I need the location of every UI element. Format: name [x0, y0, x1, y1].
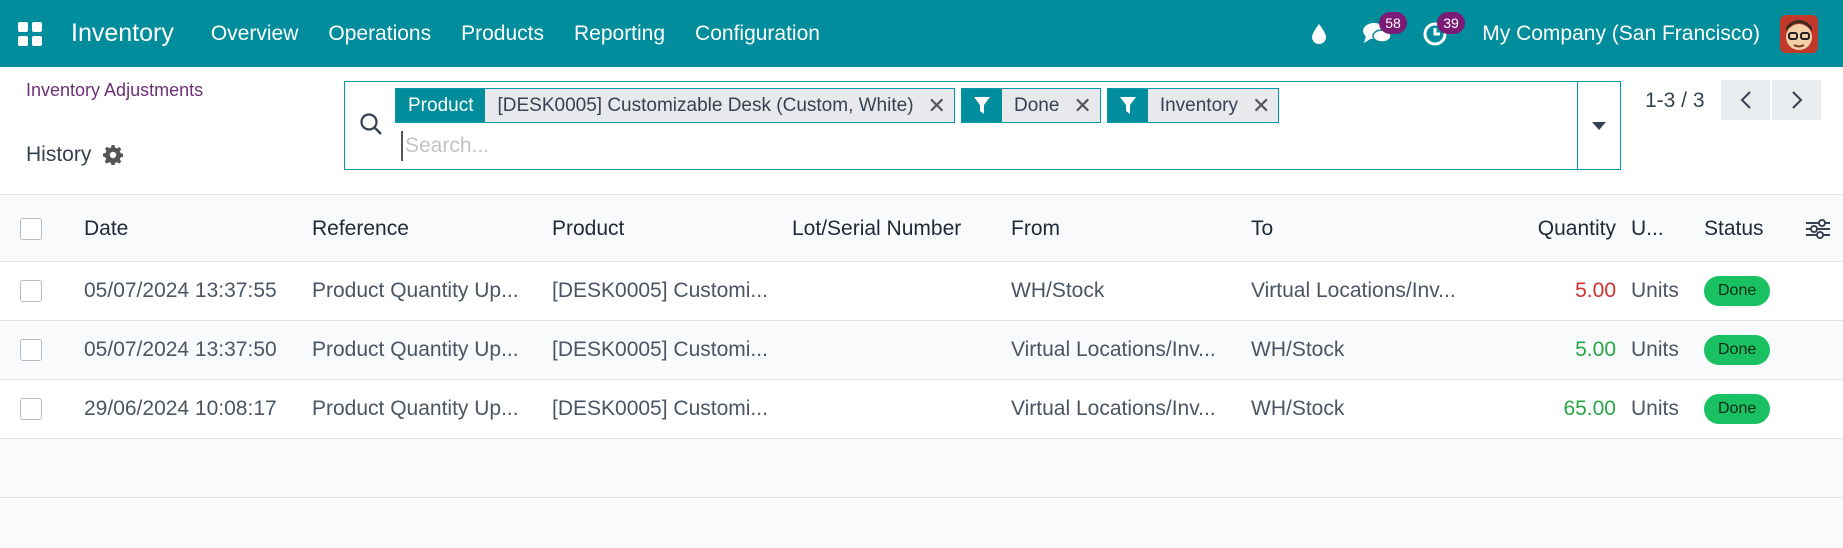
pager-value[interactable]: 1-3 / 3 — [1645, 89, 1705, 113]
remove-facet-product-close-icon[interactable]: ✕ — [928, 93, 946, 119]
filter-icon — [1107, 89, 1148, 122]
cell-status: Done — [1704, 380, 1771, 438]
table-body: 05/07/2024 13:37:55 Product Quantity Up..… — [0, 262, 1843, 439]
menu-configuration[interactable]: Configuration — [695, 22, 820, 46]
status-badge: Done — [1704, 335, 1771, 365]
facet-product[interactable]: Product [DESK0005] Customizable Desk (Cu… — [395, 88, 955, 123]
row-select-checkbox[interactable] — [20, 398, 42, 420]
breadcrumb-inventory-adjustments[interactable]: Inventory Adjustments — [26, 80, 203, 101]
facet-inventory-value: Inventory — [1159, 94, 1238, 116]
column-header-quantity[interactable]: Quantity — [1500, 196, 1616, 261]
remove-facet-inventory-close-icon[interactable]: ✕ — [1252, 93, 1270, 119]
app-brand[interactable]: Inventory — [71, 19, 174, 48]
column-header-from[interactable]: From — [1011, 196, 1060, 261]
cell-reference: Product Quantity Up... — [312, 397, 519, 420]
pager-next-button[interactable] — [1772, 80, 1821, 120]
cell-date: 29/06/2024 10:08:17 — [84, 397, 277, 420]
drop-icon[interactable] — [1299, 14, 1339, 54]
cell-to: WH/Stock — [1251, 397, 1345, 420]
top-navbar: Inventory Overview Operations Products R… — [0, 0, 1843, 67]
facet-done-value: Done — [1013, 94, 1060, 116]
remove-facet-done-close-icon[interactable]: ✕ — [1073, 93, 1091, 119]
column-header-reference[interactable]: Reference — [312, 196, 409, 261]
page-title: History — [26, 143, 124, 167]
caret-down-icon — [1592, 121, 1606, 130]
menu-products[interactable]: Products — [461, 22, 544, 46]
row-select-checkbox[interactable] — [20, 339, 42, 361]
messages-count-badge: 58 — [1379, 11, 1407, 34]
column-header-to[interactable]: To — [1251, 196, 1273, 261]
cell-reference: Product Quantity Up... — [312, 279, 519, 302]
cell-uom: Units — [1631, 279, 1679, 302]
search-icon — [359, 112, 383, 141]
messages-button[interactable]: 58 — [1357, 11, 1407, 54]
cell-from: Virtual Locations/Inv... — [1011, 397, 1216, 420]
cell-from: WH/Stock — [1011, 279, 1105, 302]
facet-product-label: Product — [396, 89, 486, 122]
chevron-left-icon — [1740, 91, 1751, 109]
column-header-lot-serial[interactable]: Lot/Serial Number — [792, 196, 961, 261]
status-badge: Done — [1704, 276, 1771, 306]
search-box: Product [DESK0005] Customizable Desk (Cu… — [344, 81, 1621, 170]
control-panel: Inventory Adjustments History Product [D… — [0, 67, 1843, 195]
cell-quantity: 5.00 — [1575, 279, 1616, 302]
cell-uom: Units — [1631, 338, 1679, 361]
row-select-checkbox[interactable] — [20, 280, 42, 302]
cell-status: Done — [1704, 321, 1771, 379]
menu-reporting[interactable]: Reporting — [574, 22, 665, 46]
navbar-systray: 58 39 My Company (San Francisco) — [1290, 0, 1843, 67]
optional-columns-sliders-icon[interactable] — [1806, 196, 1830, 261]
search-facets: Product [DESK0005] Customizable Desk (Cu… — [395, 88, 1285, 123]
cell-quantity: 65.00 — [1563, 397, 1616, 420]
search-options-toggle[interactable] — [1577, 82, 1620, 169]
cell-to: Virtual Locations/Inv... — [1251, 279, 1456, 302]
cell-date: 05/07/2024 13:37:50 — [84, 338, 277, 361]
cell-date: 05/07/2024 13:37:55 — [84, 279, 277, 302]
cell-reference: Product Quantity Up... — [312, 338, 519, 361]
cell-product: [DESK0005] Customi... — [552, 397, 768, 420]
column-header-product[interactable]: Product — [552, 196, 624, 261]
activities-count-badge: 39 — [1437, 11, 1465, 34]
pager-previous-button[interactable] — [1721, 80, 1770, 120]
select-all-checkbox[interactable] — [20, 217, 42, 240]
cell-from: Virtual Locations/Inv... — [1011, 338, 1216, 361]
app-menu-button[interactable] — [0, 0, 60, 67]
column-header-uom[interactable]: U... — [1631, 196, 1664, 261]
page-title-text: History — [26, 143, 92, 166]
filter-icon — [961, 89, 1002, 122]
cell-product: [DESK0005] Customi... — [552, 279, 768, 302]
gear-icon[interactable] — [103, 145, 124, 165]
chevron-right-icon — [1791, 91, 1802, 109]
table-row[interactable]: 29/06/2024 10:08:17 Product Quantity Up..… — [0, 380, 1843, 439]
table-row[interactable]: 05/07/2024 13:37:50 Product Quantity Up..… — [0, 321, 1843, 380]
menu-operations[interactable]: Operations — [328, 22, 431, 46]
facet-inventory[interactable]: Inventory ✕ — [1106, 88, 1280, 123]
cell-product: [DESK0005] Customi... — [552, 338, 768, 361]
status-badge: Done — [1704, 394, 1771, 424]
table-empty-row — [0, 439, 1843, 498]
column-header-status[interactable]: Status — [1704, 196, 1764, 261]
company-switcher[interactable]: My Company (San Francisco) — [1482, 22, 1760, 46]
apps-grid-icon — [18, 21, 42, 46]
cell-to: WH/Stock — [1251, 338, 1345, 361]
search-input[interactable] — [401, 131, 1541, 161]
table-header: Date Reference Product Lot/Serial Number… — [0, 196, 1843, 262]
facet-done[interactable]: Done ✕ — [960, 88, 1101, 123]
cell-status: Done — [1704, 262, 1771, 320]
menu-overview[interactable]: Overview — [211, 22, 299, 46]
moves-history-table: Date Reference Product Lot/Serial Number… — [0, 196, 1843, 498]
facet-product-value: [DESK0005] Customizable Desk (Custom, Wh… — [497, 94, 914, 116]
table-row[interactable]: 05/07/2024 13:37:55 Product Quantity Up..… — [0, 262, 1843, 321]
cell-quantity: 5.00 — [1575, 338, 1616, 361]
column-header-date[interactable]: Date — [84, 196, 128, 261]
activities-button[interactable]: 39 — [1415, 11, 1465, 54]
cell-uom: Units — [1631, 397, 1679, 420]
user-avatar[interactable] — [1780, 14, 1818, 53]
